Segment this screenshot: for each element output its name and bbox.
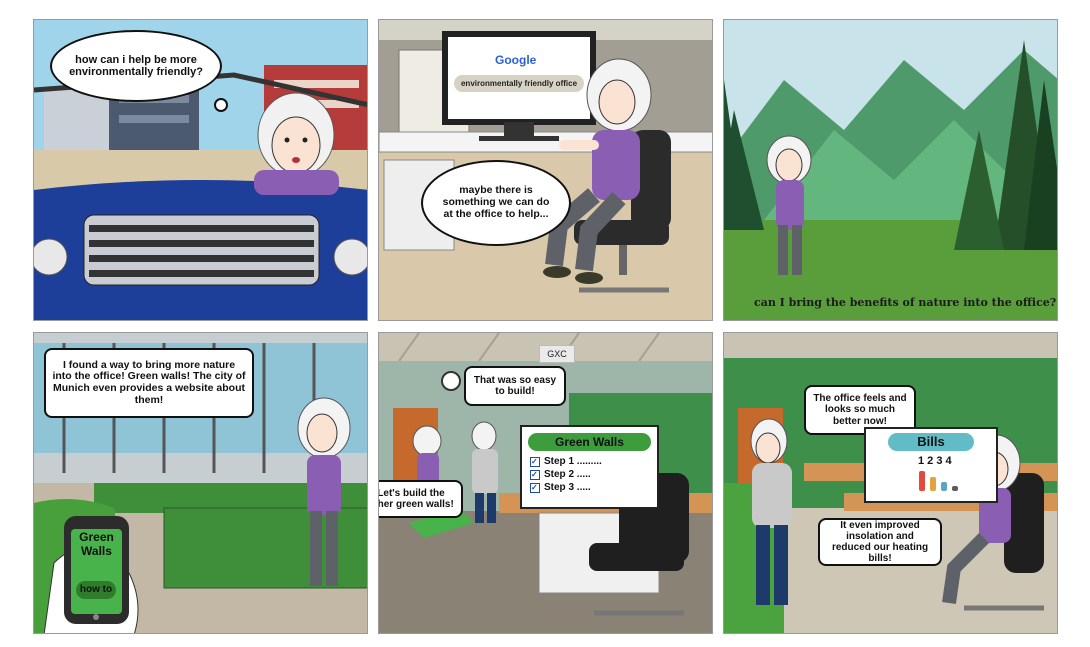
bar-chart-icon xyxy=(919,469,963,491)
panel-caption: can I bring the benefits of nature into … xyxy=(754,296,1057,309)
board-title: Bills xyxy=(888,433,974,451)
search-box[interactable]: environmentally friendly office xyxy=(454,75,584,92)
panel-3: can I bring the benefits of nature into … xyxy=(723,19,1058,321)
step-label: Step 3 ..... xyxy=(544,482,591,493)
whiteboard: Green Walls ✓ Step 1 ......... ✓ Step 2 … xyxy=(520,425,659,509)
panel-2: Google environmentally friendly office m… xyxy=(378,19,713,321)
phone-app-title: Green Walls xyxy=(79,530,114,559)
step-item: ✓ Step 1 ......... xyxy=(530,455,657,468)
gxc-tag: GXC xyxy=(539,345,575,363)
thought-bubble: maybe there is something we can do at th… xyxy=(421,160,571,246)
step-item: ✓ Step 2 ..... xyxy=(530,468,657,481)
nature-scene xyxy=(724,20,1057,320)
board-title: Green Walls xyxy=(528,433,651,451)
bills-board: Bills 1 2 3 4 xyxy=(864,427,998,503)
speech-bubble: I found a way to bring more nature into … xyxy=(44,348,254,418)
speech-bubble-bottom: Let's build the other green walls! xyxy=(379,480,463,518)
google-logo: Google xyxy=(495,53,537,67)
step-item: ✓ Step 3 ..... xyxy=(530,481,657,494)
step-label: Step 2 ..... xyxy=(544,469,591,480)
step-label: Step 1 ......... xyxy=(544,456,602,467)
checkbox-icon: ✓ xyxy=(530,482,540,493)
speech-bubble-bottom: It even improved insolation and reduced … xyxy=(818,518,942,566)
panel-5: GXC That was so easy to build! Let's bui… xyxy=(378,332,713,634)
board-numbers: 1 2 3 4 xyxy=(918,455,952,467)
phone-how-to-button[interactable]: how to xyxy=(76,581,116,599)
thought-dot xyxy=(214,98,228,112)
speech-bubble-top: That was so easy to build! xyxy=(464,366,566,406)
thought-bubble: how can i help be more environmentally f… xyxy=(50,30,222,102)
panel-1: how can i help be more environmentally f… xyxy=(33,19,368,321)
checkbox-icon: ✓ xyxy=(530,456,540,467)
panel-4: I found a way to bring more nature into … xyxy=(33,332,368,634)
checkbox-icon: ✓ xyxy=(530,469,540,480)
panel-6: The office feels and looks so much bette… xyxy=(723,332,1058,634)
